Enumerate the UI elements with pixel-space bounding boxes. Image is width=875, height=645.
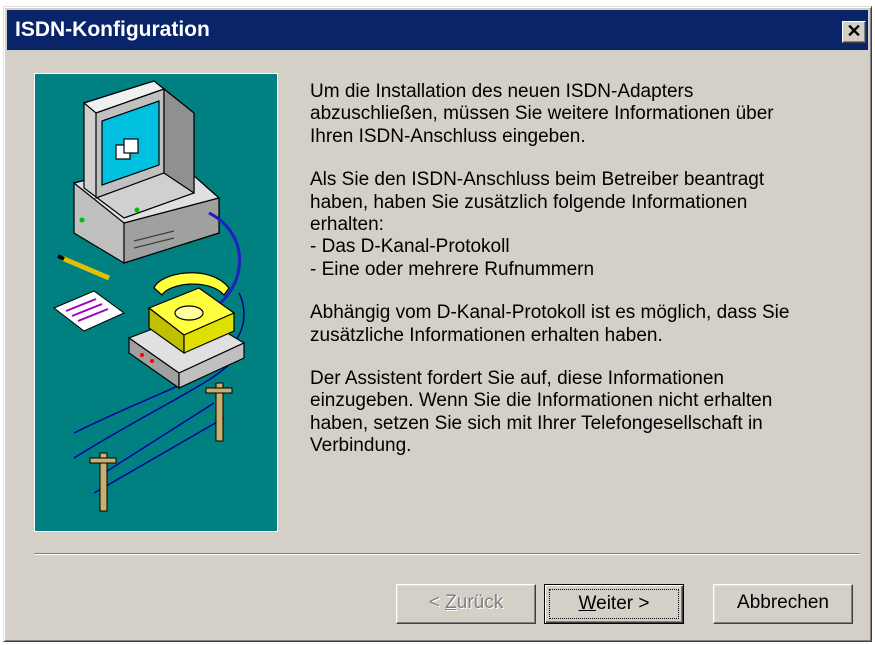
separator	[34, 553, 860, 555]
info-paragraph: Als Sie den ISDN-Anschluss beim Betreibe…	[310, 169, 850, 281]
close-icon: ✕	[846, 21, 862, 41]
text-line: zusätzliche Informationen erhalten haben…	[310, 324, 663, 346]
title-bar[interactable]: ISDN-Konfiguration ✕	[7, 10, 868, 50]
dialog-window: ISDN-Konfiguration ✕ Um die Installation…	[3, 6, 872, 642]
text-line: Der Assistent fordert Sie auf, diese Inf…	[310, 368, 724, 390]
next-button[interactable]: Weiter >	[544, 584, 684, 624]
next-button-label: eiter >	[596, 593, 650, 614]
intro-paragraph: Um die Installation des neuen ISDN-Adapt…	[310, 81, 850, 148]
text-line: haben, haben Sie zusätzlich folgende Inf…	[310, 191, 748, 213]
next-button-accelerator: W	[578, 593, 597, 614]
text-line: Verbindung.	[310, 435, 412, 457]
back-button[interactable]: < Zurück	[396, 584, 536, 624]
text-line: Abhängig vom D-Kanal-Protokoll ist es mö…	[310, 302, 790, 324]
instructions-text: Um die Installation des neuen ISDN-Adapt…	[310, 81, 850, 479]
text-line: abzuschließen, müssen Sie weitere Inform…	[310, 103, 774, 125]
cancel-button[interactable]: Abbrechen	[713, 584, 853, 624]
back-button-prefix: <	[428, 592, 446, 613]
back-button-label: urück	[456, 592, 504, 613]
text-line: einzugeben. Wenn Sie die Informationen n…	[310, 390, 773, 412]
window-title: ISDN-Konfiguration	[15, 18, 210, 41]
list-item: - Das D-Kanal-Protokoll	[310, 236, 510, 258]
text-line: Ihren ISDN-Anschluss eingeben.	[310, 125, 586, 147]
back-button-accelerator: Z	[445, 592, 457, 613]
text-line: Als Sie den ISDN-Anschluss beim Betreibe…	[310, 169, 765, 191]
text-line: Um die Installation des neuen ISDN-Adapt…	[310, 81, 694, 102]
dkanal-paragraph: Abhängig vom D-Kanal-Protokoll ist es mö…	[310, 302, 850, 347]
assistant-paragraph: Der Assistent fordert Sie auf, diese Inf…	[310, 368, 850, 458]
focus-rectangle: Weiter >	[549, 589, 679, 619]
close-button[interactable]: ✕	[842, 21, 866, 43]
text-line: erhalten:	[310, 214, 384, 236]
computer-telephone-illustration	[34, 73, 278, 532]
list-item: - Eine oder mehrere Rufnummern	[310, 258, 595, 280]
text-line: haben, setzen Sie sich mit Ihrer Telefon…	[310, 412, 763, 434]
